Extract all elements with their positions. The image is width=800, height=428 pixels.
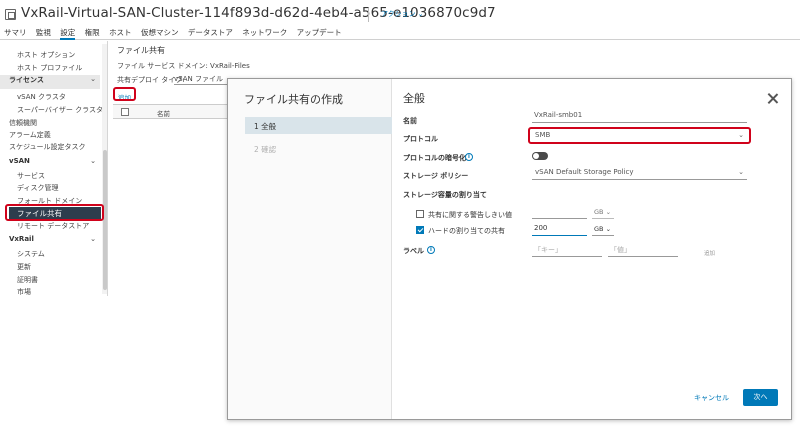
warning-unit-value: GB (594, 208, 604, 216)
highlight-protocol-select (528, 127, 751, 144)
file-service-domain: ファイル サービス ドメイン: VxRail-Files (117, 62, 250, 70)
tab-updates[interactable]: アップデート (297, 27, 342, 40)
info-icon[interactable]: i (465, 153, 473, 161)
sidebar-item-trust-authority[interactable]: 信頼機関 (0, 118, 100, 128)
actions-menu[interactable]: アクション ⌄ (381, 9, 424, 19)
tab-networks[interactable]: ネットワーク (242, 27, 287, 40)
column-name[interactable]: 名前 (157, 108, 170, 118)
label-value-input[interactable]: 「値」 (608, 245, 678, 257)
hard-quota-checkbox[interactable] (416, 226, 424, 234)
cancel-button[interactable]: キャンセル (694, 393, 729, 403)
warning-threshold-input[interactable] (532, 207, 587, 219)
tab-permissions[interactable]: 権限 (85, 27, 100, 40)
sidebar-group-label: ライセンス (9, 76, 44, 84)
nav-tabs: サマリ 監視 設定 権限 ホスト 仮想マシン データストア ネットワーク アップ… (4, 27, 349, 40)
sidebar-group-label: VxRail (9, 235, 34, 243)
hard-quota-unit-value: GB (594, 225, 604, 233)
hard-quota-input[interactable]: 200 (532, 224, 587, 236)
warning-unit-select[interactable]: GB ⌄ (592, 208, 614, 219)
sidebar-scrollbar-thumb[interactable] (103, 150, 107, 290)
encryption-toggle[interactable] (532, 152, 548, 160)
chevron-down-icon: ⌄ (417, 10, 424, 18)
sidebar-item-system[interactable]: システム (0, 249, 100, 259)
name-input[interactable]: VxRail-smb01 (532, 111, 747, 123)
name-label: 名前 (403, 117, 417, 125)
select-all-checkbox[interactable] (121, 108, 129, 116)
encryption-label: プロトコルの暗号化 (403, 154, 466, 162)
chevron-down-icon: ⌄ (90, 157, 96, 165)
cluster-icon (5, 9, 16, 20)
sidebar-item-services[interactable]: サービス (0, 171, 100, 181)
sidebar-item-supervisor-cluster[interactable]: スーパーバイザー クラスタ (0, 105, 103, 115)
sidebar-item-vsan-cluster[interactable]: vSAN クラスタ (0, 92, 100, 102)
sidebar-group-licensing[interactable]: ライセンス ⌄ (0, 75, 100, 89)
tab-configure[interactable]: 設定 (60, 27, 76, 40)
step-heading: 全般 (403, 92, 425, 105)
shares-grid-header (113, 104, 228, 119)
info-icon[interactable]: i (427, 246, 435, 254)
chevron-down-icon: ⌄ (738, 168, 744, 176)
tab-summary[interactable]: サマリ (4, 27, 27, 40)
chevron-down-icon: ⌄ (90, 75, 96, 83)
sidebar-item-updates[interactable]: 更新 (0, 262, 100, 272)
sidebar-item-scheduled-tasks[interactable]: スケジュール設定タスク (0, 142, 100, 152)
warning-threshold-label: 共有に関する警告しきい値 (428, 211, 512, 219)
share-deploy-type-select[interactable]: vSAN ファイル (174, 74, 234, 85)
hard-quota-unit-select[interactable]: GB ⌄ (592, 225, 614, 236)
highlight-file-shares (5, 204, 104, 221)
tab-hosts[interactable]: ホスト (109, 27, 132, 40)
storage-policy-value: vSAN Default Storage Policy (535, 168, 634, 176)
tab-monitor[interactable]: 監視 (36, 27, 51, 40)
label-key-input[interactable]: 「キー」 (532, 245, 602, 257)
tab-datastores[interactable]: データストア (188, 27, 233, 40)
chevron-down-icon: ⌄ (605, 225, 612, 233)
page-header: VxRail-Virtual-SAN-Cluster-114f893d-d62d… (0, 0, 800, 40)
sidebar-item-disk-management[interactable]: ディスク管理 (0, 183, 100, 193)
warning-threshold-checkbox[interactable] (416, 210, 424, 218)
sidebar-item-alarm-definitions[interactable]: アラーム定義 (0, 130, 100, 140)
chevron-down-icon: ⌄ (90, 235, 96, 243)
sidebar-item-remote-datastores[interactable]: リモート データストア (0, 221, 100, 231)
wizard-title: ファイル共有の作成 (244, 93, 343, 106)
sidebar-item-host-profile[interactable]: ホスト プロファイル (0, 63, 100, 73)
wizard-step-general[interactable]: 1 全般 (254, 121, 276, 132)
protocol-label: プロトコル (403, 135, 438, 143)
sidebar-group-vsan[interactable]: vSAN ⌄ (0, 157, 100, 165)
settings-sidebar: ホスト オプション ホスト プロファイル ライセンス ⌄ vSAN クラスタ ス… (0, 41, 108, 296)
wizard-nav: ファイル共有の作成 1 全般 2 確認 (228, 79, 392, 419)
panel-title: ファイル共有 (117, 46, 165, 55)
title-separator (368, 8, 369, 22)
sidebar-group-label: vSAN (9, 157, 30, 165)
quota-heading: ストレージ容量の割り当て (403, 191, 487, 199)
object-title: VxRail-Virtual-SAN-Cluster-114f893d-d62d… (21, 5, 496, 21)
sidebar-group-vxrail[interactable]: VxRail ⌄ (0, 235, 100, 243)
highlight-add-button (113, 87, 136, 101)
wizard-step-review: 2 確認 (254, 145, 277, 154)
sidebar-item-certificates[interactable]: 証明書 (0, 275, 100, 285)
close-icon[interactable] (766, 92, 780, 106)
sidebar-item-market[interactable]: 市場 (0, 287, 100, 296)
storage-policy-label: ストレージ ポリシー (403, 172, 469, 180)
actions-label: アクション (381, 10, 416, 18)
storage-policy-select[interactable]: vSAN Default Storage Policy ⌄ (532, 168, 747, 180)
next-button[interactable]: 次へ (743, 389, 778, 406)
add-label-button[interactable]: 追加 (704, 249, 715, 257)
hard-quota-label: ハードの割り当ての共有 (428, 227, 505, 235)
labels-label: ラベル (403, 247, 424, 255)
chevron-down-icon: ⌄ (605, 208, 612, 216)
sidebar-item-host-options[interactable]: ホスト オプション (0, 50, 100, 60)
tab-vms[interactable]: 仮想マシン (141, 27, 179, 40)
